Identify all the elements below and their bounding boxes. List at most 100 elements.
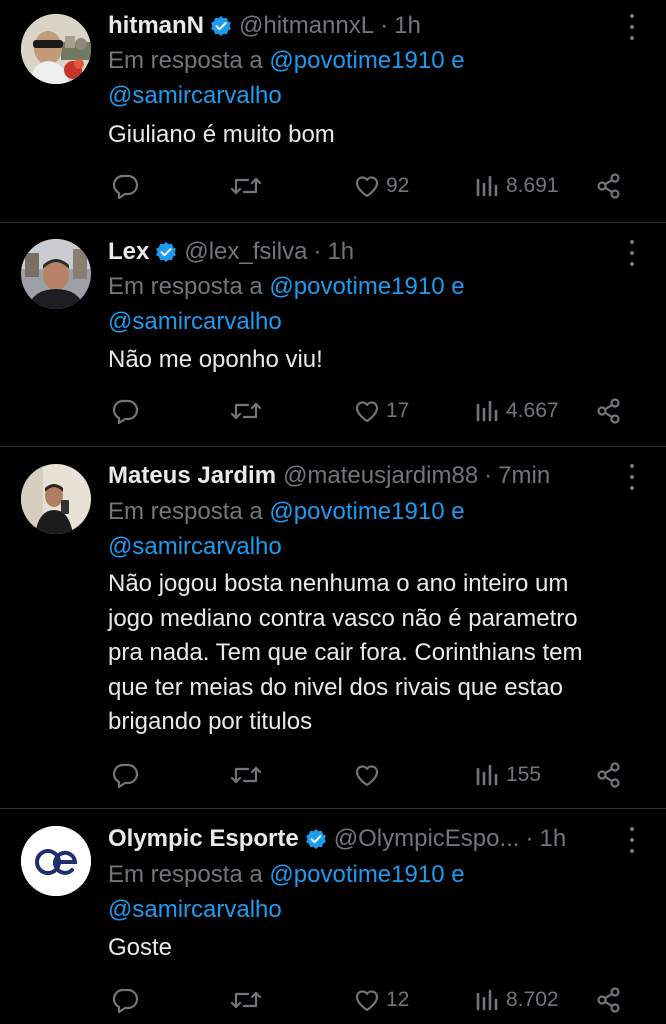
share-icon [597,173,620,199]
reply-context-cont: @samircarvalho [108,82,282,110]
reply-conjunction: e [451,498,465,525]
display-name[interactable]: Lex [108,238,149,266]
retweet-button[interactable] [229,168,263,204]
like-count: 12 [386,988,410,1011]
display-name[interactable]: hitmanN [108,12,204,40]
avatar[interactable] [21,464,91,534]
more-options-icon[interactable] [628,14,636,40]
like-button[interactable]: 17 [352,393,409,429]
tweet-actions: 92 8.691 [0,168,666,204]
tweet-text: Não me oponho viu! [108,343,626,378]
views-button[interactable]: 8.691 [474,168,559,204]
reply-prefix: Em resposta a [108,273,263,300]
tweet[interactable]: Lex @lex_fsilva · 1h Em resposta a @povo… [0,223,666,445]
reply-icon [112,174,139,200]
separator-dot: · [313,238,322,265]
reply-prefix: Em resposta a [108,47,263,74]
views-chart-icon [476,989,498,1011]
reply-icon [112,399,139,425]
like-button[interactable]: 12 [352,982,409,1018]
reply-button[interactable] [110,982,140,1018]
mention-link[interactable]: @povotime1910 [269,273,444,300]
tweet[interactable]: hitmanN @hitmannxL · 1h Em resposta a @p… [0,0,666,222]
mention-link[interactable]: @samircarvalho [108,896,282,923]
retweet-button[interactable] [229,757,263,793]
tweet-header: hitmanN @hitmannxL · 1h [108,6,616,46]
timestamp[interactable]: 1h [327,238,354,266]
mention-link[interactable]: @samircarvalho [108,308,282,335]
mention-link[interactable]: @povotime1910 [269,498,444,525]
handle[interactable]: @mateusjardim88 [283,462,478,490]
avatar[interactable] [21,14,91,84]
user-photo-icon [21,239,91,309]
tweet-text-line: jogo mediano contra vasco não é parametr… [108,604,578,632]
share-icon [597,398,620,424]
reply-button[interactable] [110,757,140,793]
tweet-text-line: Goste [108,934,173,961]
views-button[interactable]: 8.702 [474,982,559,1018]
views-button[interactable]: 155 [474,757,541,793]
views-button[interactable]: 4.667 [474,393,559,429]
tweet-text-line: Não me oponho viu! [108,346,323,373]
display-name[interactable]: Olympic Esporte [108,825,299,853]
retweet-icon [230,991,262,1009]
avatar[interactable] [21,239,91,309]
timestamp[interactable]: 1h [539,825,566,853]
more-options-icon[interactable] [628,827,636,853]
views-chart-icon [476,175,498,197]
tweet-header: Mateus Jardim @mateusjardim88 · 7min [108,456,616,496]
reply-icon [112,988,139,1014]
timestamp[interactable]: 7min [498,462,550,490]
reply-context: Em resposta a @povotime1910 e [108,861,465,889]
share-button[interactable] [594,757,624,793]
mention-link[interactable]: @povotime1910 [269,47,444,74]
heart-icon [355,765,379,787]
reply-button[interactable] [110,393,140,429]
handle[interactable]: @hitmannxL [239,12,374,40]
handle[interactable]: @OlympicEspo... [334,825,520,853]
share-button[interactable] [594,393,624,429]
more-options-icon[interactable] [628,240,636,266]
share-icon [597,987,620,1013]
view-count: 4.667 [506,399,559,422]
view-count: 8.702 [506,988,559,1011]
share-button[interactable] [594,982,624,1018]
reply-context-cont: @samircarvalho [108,896,282,924]
more-options-icon[interactable] [628,464,636,490]
retweet-button[interactable] [229,393,263,429]
handle[interactable]: @lex_fsilva [184,238,307,266]
tweet[interactable]: Mateus Jardim @mateusjardim88 · 7min Em … [0,447,666,807]
like-button[interactable] [352,757,386,793]
avatar[interactable] [21,826,91,896]
share-button[interactable] [594,168,624,204]
display-name[interactable]: Mateus Jardim [108,462,276,490]
tweet-text-line: que ter meias do nivel dos rivais que es… [108,673,563,701]
retweet-icon [230,766,262,784]
user-photo-icon [21,464,91,534]
reply-conjunction: e [451,47,465,74]
like-button[interactable]: 92 [352,168,409,204]
tweet[interactable]: Olympic Esporte @OlympicEspo... · 1h Em … [0,809,666,1024]
mention-link[interactable]: @povotime1910 [269,861,444,888]
verified-badge-icon [305,829,326,849]
reply-button[interactable] [110,168,140,204]
reply-context-cont: @samircarvalho [108,533,282,561]
mention-link[interactable]: @samircarvalho [108,533,282,560]
verified-badge-icon [211,16,231,36]
timestamp[interactable]: 1h [394,12,421,40]
views-chart-icon [476,400,498,422]
retweet-button[interactable] [229,982,263,1018]
heart-icon [355,990,379,1012]
oe-logo-icon [21,826,91,896]
tweet-header: Olympic Esporte @OlympicEspo... · 1h [108,819,616,859]
user-photo-icon [21,14,91,84]
retweet-icon [230,177,262,195]
tweet-text: Não jogou bosta nenhuma o ano inteiro um… [108,567,626,740]
tweet-text: Giuliano é muito bom [108,118,626,153]
tweet-text-line: pra nada. Tem que cair fora. Corinthians… [108,639,583,666]
reply-context-cont: @samircarvalho [108,308,282,336]
mention-link[interactable]: @samircarvalho [108,82,282,109]
retweet-icon [230,402,262,420]
reply-icon [112,763,139,789]
tweet-actions: 17 4.667 [0,393,666,429]
